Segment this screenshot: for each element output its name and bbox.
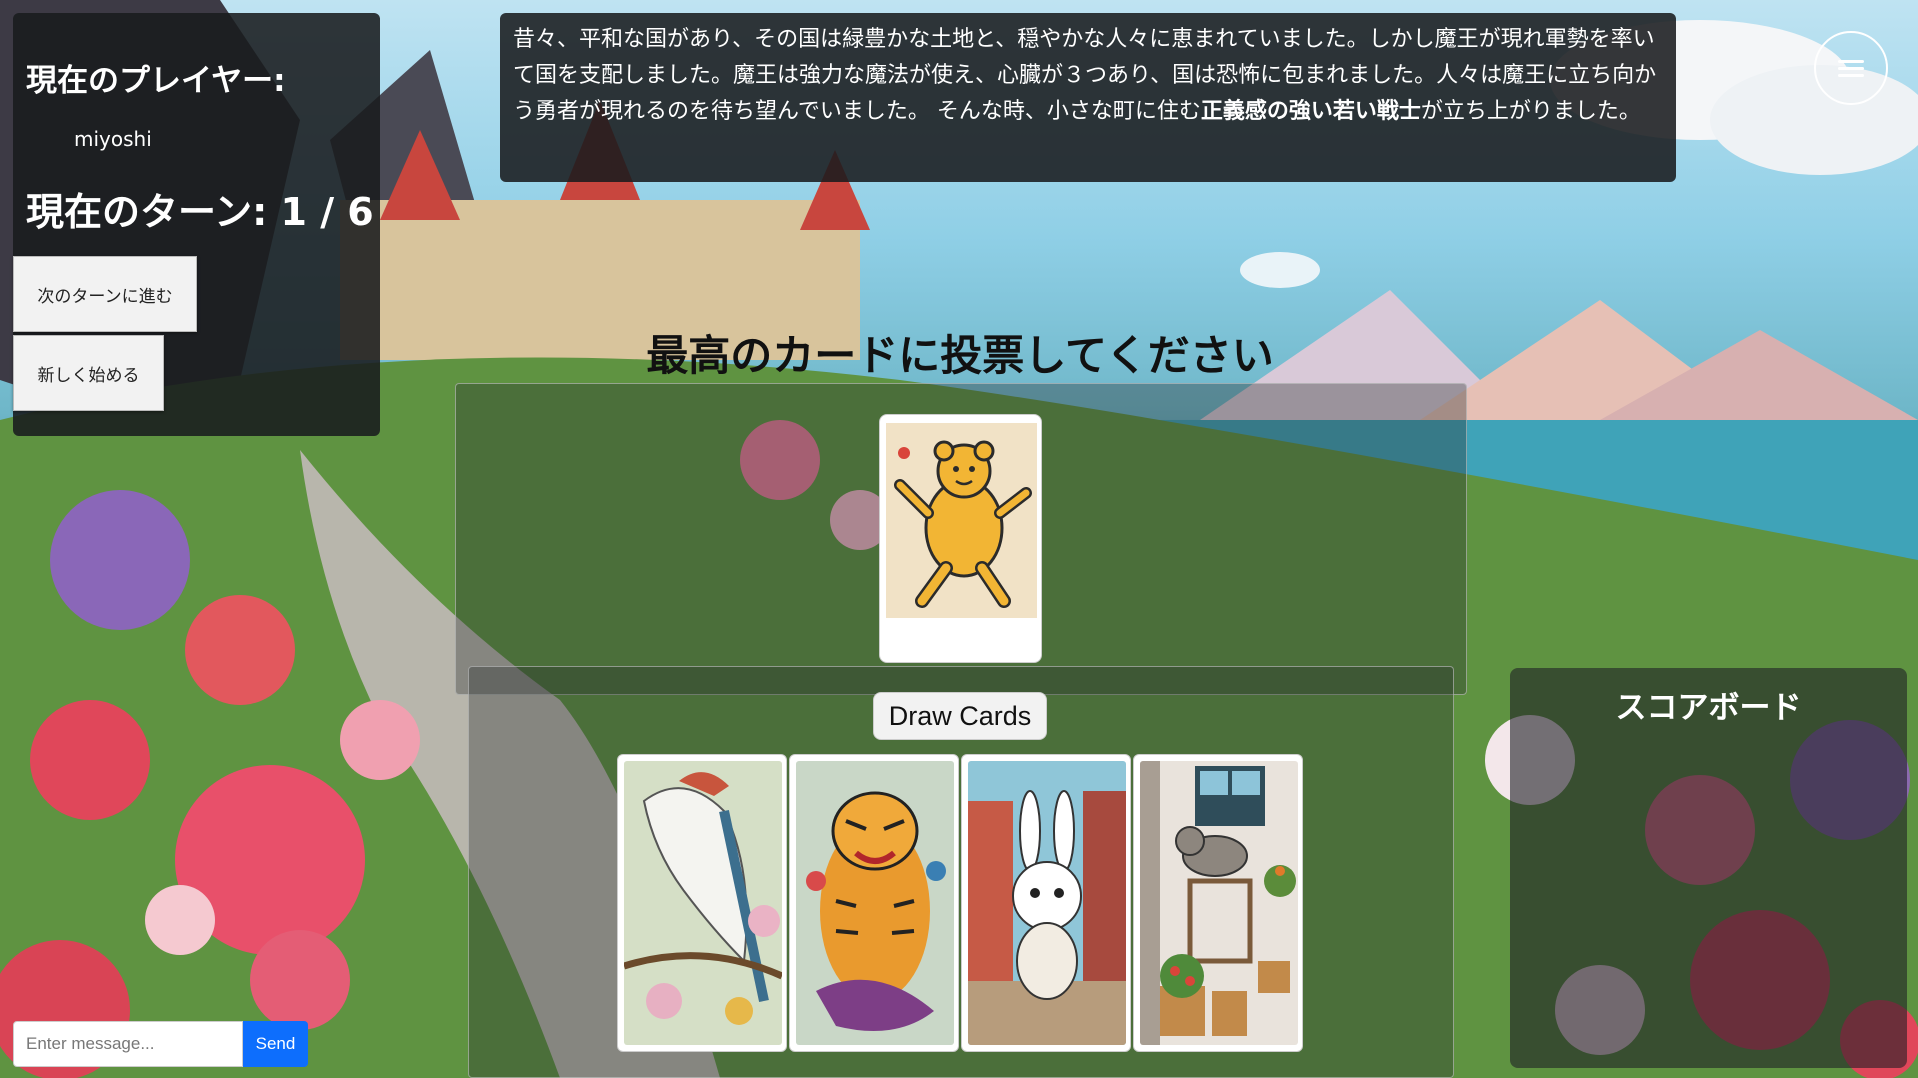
hand-card-tiger[interactable]	[789, 754, 959, 1052]
scoreboard: スコアボード	[1510, 668, 1907, 1068]
scoreboard-title: スコアボード	[1615, 690, 1802, 726]
hand-card-cat[interactable]	[1133, 754, 1303, 1052]
story-highlight: 正義感の強い若い戦士	[1200, 99, 1421, 124]
bird-icon	[624, 761, 782, 1045]
hand-card-bird[interactable]	[617, 754, 787, 1052]
current-player-heading: 現在のプレイヤー:	[26, 63, 286, 99]
menu-button[interactable]	[1814, 31, 1888, 105]
draw-cards-button[interactable]: Draw Cards	[873, 692, 1047, 740]
hand-card-rabbit[interactable]	[961, 754, 1131, 1052]
story-text-end: が立ち上がりました。	[1420, 99, 1641, 124]
tiger-icon	[796, 761, 954, 1045]
rabbit-icon	[968, 761, 1126, 1045]
next-turn-button[interactable]: 次のターンに進む	[13, 256, 197, 332]
send-button[interactable]: Send	[243, 1021, 308, 1067]
vote-title: 最高のカードに投票してください	[646, 331, 1274, 380]
hamburger-icon	[1838, 60, 1864, 77]
yellow-bear-icon	[886, 423, 1037, 618]
cat-icon	[1140, 761, 1298, 1045]
restart-button[interactable]: 新しく始める	[13, 335, 164, 411]
story-text-box: 昔々、平和な国があり、その国は緑豊かな土地と、穏やかな人々に恵まれていました。し…	[500, 13, 1676, 182]
current-turn-heading: 現在のターン: 1 / 6	[26, 190, 374, 234]
chat-message-input[interactable]	[13, 1021, 243, 1067]
player-name: miyoshi	[74, 127, 152, 151]
voted-card[interactable]	[879, 414, 1042, 663]
